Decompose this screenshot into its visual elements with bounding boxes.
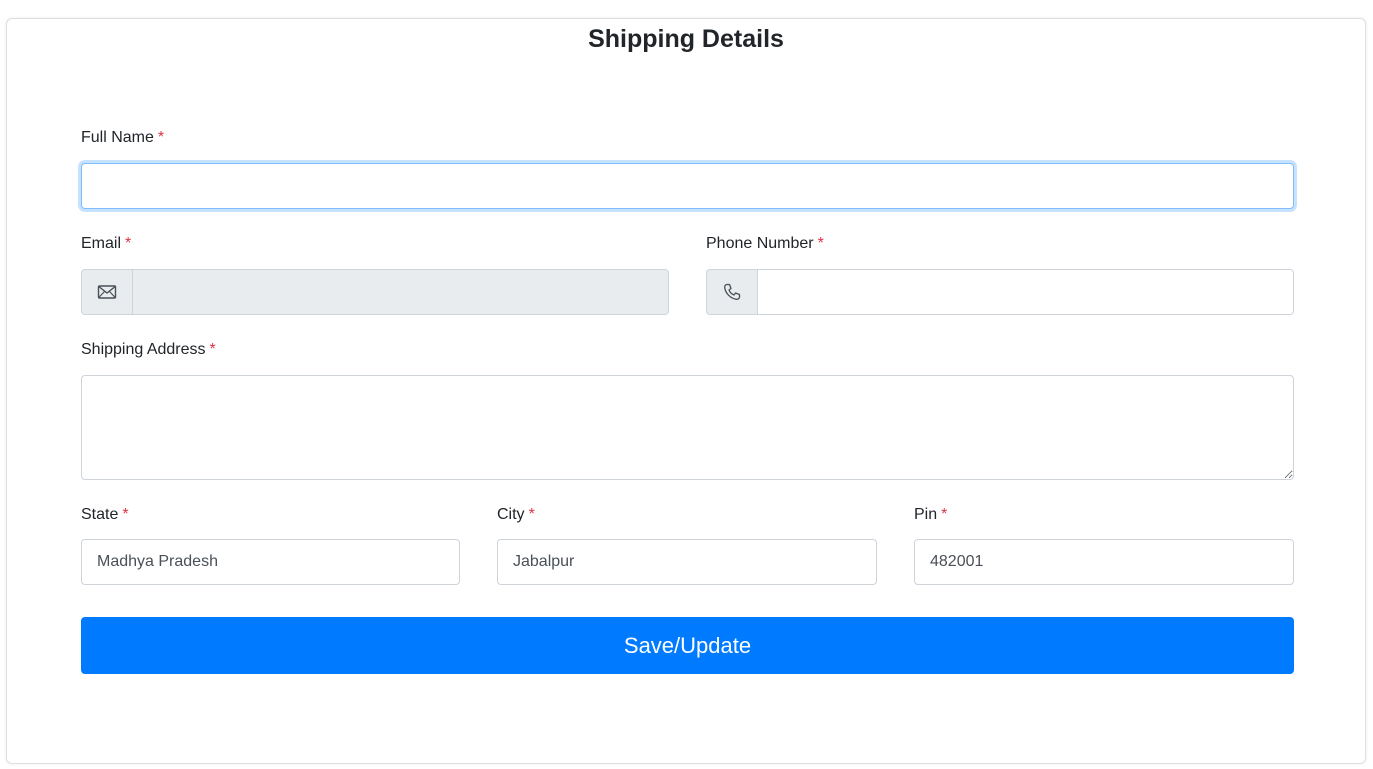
shipping-address-textarea[interactable] xyxy=(81,375,1294,480)
envelope-icon xyxy=(97,285,117,299)
state-label-text: State xyxy=(81,506,119,523)
page-title: Shipping Details xyxy=(588,25,784,53)
phone-icon xyxy=(724,283,741,300)
city-label-text: City xyxy=(497,506,525,523)
city-label: City * xyxy=(497,506,535,524)
shipping-details-card: Shipping Details Full Name * Email * Phone… xyxy=(6,18,1366,764)
required-mark: * xyxy=(209,341,216,358)
phone-label: Phone Number * xyxy=(706,235,824,253)
city-input[interactable] xyxy=(497,539,877,585)
pin-label: Pin * xyxy=(914,506,947,524)
required-mark: * xyxy=(157,129,165,146)
full-name-input[interactable] xyxy=(81,163,1294,209)
email-addon xyxy=(81,269,132,315)
full-name-label-text: Full Name xyxy=(81,129,154,146)
address-label-text: Shipping Address xyxy=(81,341,206,358)
pin-input[interactable] xyxy=(914,539,1294,585)
phone-label-text: Phone Number xyxy=(706,235,814,252)
pin-label-text: Pin xyxy=(914,506,938,523)
full-name-label: Full Name * xyxy=(81,129,164,147)
required-mark: * xyxy=(122,506,129,523)
required-mark: * xyxy=(528,506,535,523)
address-label: Shipping Address * xyxy=(81,341,216,359)
state-label: State * xyxy=(81,506,129,524)
phone-addon xyxy=(706,269,757,315)
state-input[interactable] xyxy=(81,539,460,585)
email-label-text: Email xyxy=(81,235,122,252)
phone-input[interactable] xyxy=(757,269,1294,315)
required-mark: * xyxy=(125,235,132,252)
email-label: Email * xyxy=(81,235,131,253)
save-update-button[interactable]: Save/Update xyxy=(81,617,1294,674)
email-input[interactable] xyxy=(132,269,669,315)
required-mark: * xyxy=(941,506,948,523)
required-mark: * xyxy=(817,235,824,252)
